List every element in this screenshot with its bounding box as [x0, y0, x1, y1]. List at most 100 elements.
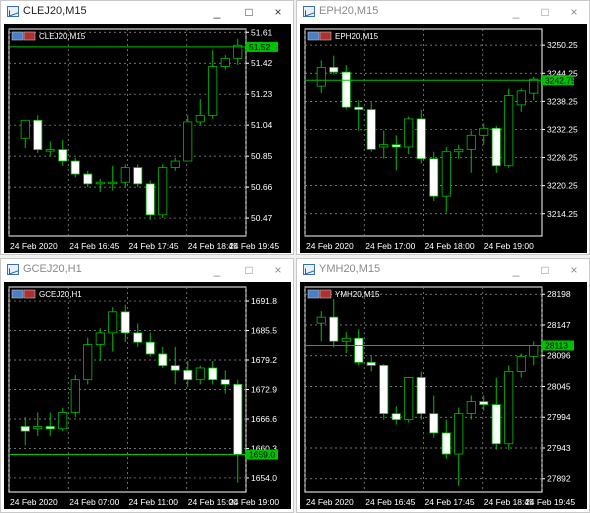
candle-body: [158, 167, 168, 216]
symbol-flag-icon: [23, 31, 36, 41]
candle-body: [504, 95, 514, 167]
candle-body: [454, 413, 464, 455]
candle: [379, 130, 389, 159]
price-axis-label: 50.47: [251, 213, 273, 223]
price-axis-label: 1654.0: [251, 473, 277, 483]
candle-body: [83, 173, 93, 185]
close-button[interactable]: ×: [563, 261, 585, 279]
window-titlebar[interactable]: GCEJ20,H1 _ □ ×: [1, 259, 293, 281]
candle: [516, 353, 526, 378]
candle-body: [429, 158, 439, 197]
time-axis-label: 24 Feb 17:00: [365, 241, 415, 251]
candle-body: [145, 183, 155, 216]
candlestick-chart: 28198 28147 28096 28045 27994 27943 27892 24 Fe…: [304, 286, 575, 507]
candle: [416, 109, 426, 164]
chart-type-icon: [307, 289, 320, 299]
candle-body: [108, 181, 118, 185]
minimize-button[interactable]: _: [206, 261, 228, 279]
price-axis-label: 50.66: [251, 182, 273, 192]
maximize-button[interactable]: □: [238, 3, 260, 21]
candle: [316, 311, 326, 342]
maximize-button[interactable]: □: [534, 3, 556, 21]
candle-body: [220, 57, 230, 67]
chart-type-icon: [11, 289, 24, 299]
time-axis-label: 24 Feb 18:00: [425, 241, 475, 251]
candle: [491, 377, 501, 450]
candle-body: [95, 181, 105, 185]
candle: [95, 178, 105, 192]
minimize-button[interactable]: _: [206, 3, 228, 21]
price-axis-label: 28147: [547, 320, 571, 330]
candle: [379, 364, 389, 420]
candle: [454, 144, 464, 159]
candle: [316, 60, 326, 94]
candle: [220, 55, 230, 70]
current-price-label: 28113: [545, 340, 568, 350]
minimize-button[interactable]: _: [505, 261, 527, 279]
candle: [404, 116, 414, 155]
candle-body: [454, 148, 464, 153]
candle-body: [170, 365, 180, 371]
candle: [58, 139, 68, 166]
candle-body: [529, 345, 539, 357]
candle: [145, 180, 155, 220]
candle-body: [316, 316, 326, 324]
price-axis-label: 28198: [547, 289, 571, 299]
chart-window-icon: [7, 6, 19, 17]
window-titlebar[interactable]: EPH20,M15 _ □ ×: [297, 1, 589, 23]
chart-window-clej20: CLEJ20,M15 _ □ × 51.61 51.42 51.23 51.04 50.…: [0, 0, 294, 255]
candle-body: [379, 144, 389, 148]
window-titlebar[interactable]: CLEJ20,M15 _ □ ×: [1, 1, 293, 23]
candle-body: [504, 371, 514, 445]
current-price-label: 51.52: [249, 42, 271, 52]
candle: [391, 406, 401, 425]
chart-type-icon: [307, 31, 320, 41]
candle: [120, 164, 130, 188]
candle-body: [491, 404, 501, 445]
candle: [83, 170, 93, 188]
candle-body: [58, 412, 68, 430]
candle-body: [429, 413, 439, 434]
time-axis-label: 24 Feb 19:45: [525, 497, 575, 507]
candle-body: [316, 67, 326, 87]
candle-body: [354, 106, 364, 110]
candle: [133, 164, 143, 188]
candle: [233, 38, 243, 65]
close-button[interactable]: ×: [267, 3, 289, 21]
chart-window-icon: [303, 6, 315, 17]
candle-body: [133, 332, 143, 343]
minimize-button[interactable]: _: [505, 3, 527, 21]
time-axis-label: 24 Feb 16:45: [69, 241, 119, 251]
price-axis-label: 1691.8: [251, 296, 277, 306]
price-chart[interactable]: 51.61 51.42 51.23 51.04 50.85 50.66 50.47 24 Fe…: [4, 24, 291, 253]
close-button[interactable]: ×: [267, 261, 289, 279]
price-chart[interactable]: 1691.8 1685.5 1679.2 1672.9 1666.6 1660.3 1654…: [4, 282, 291, 509]
candle: [20, 417, 30, 446]
maximize-button[interactable]: □: [238, 261, 260, 279]
price-axis-label: 3232.25: [547, 124, 578, 134]
candle-body: [195, 367, 205, 381]
price-chart[interactable]: 28198 28147 28096 28045 27994 27943 27892 24 Fe…: [300, 282, 587, 509]
candle: [195, 365, 205, 385]
candle: [329, 299, 339, 348]
candle: [183, 115, 193, 162]
window-titlebar[interactable]: YMH20,M15 _ □ ×: [297, 259, 589, 281]
candle-body: [416, 377, 426, 415]
candle-body: [391, 144, 401, 148]
price-chart[interactable]: 3250.25 3244.25 3238.25 3232.25 3226.25 3220.…: [300, 24, 587, 253]
candle-body: [183, 121, 193, 162]
window-title: YMH20,M15: [319, 263, 381, 275]
candle: [491, 125, 501, 173]
candle-body: [145, 341, 155, 355]
candle: [466, 130, 476, 173]
chart-window-ymh20: YMH20,M15 _ □ × 28198 28147 28096 28045 2799…: [296, 258, 590, 513]
candle: [108, 165, 118, 191]
close-button[interactable]: ×: [563, 3, 585, 21]
chart-window-icon: [7, 264, 19, 275]
candle: [354, 329, 364, 366]
candle-body: [233, 383, 243, 455]
candlestick-chart: 3250.253244.253238.253232.253226.253220.…: [304, 28, 578, 251]
price-axis-label: 1685.5: [251, 326, 277, 336]
symbol-flag-icon: [319, 31, 332, 41]
maximize-button[interactable]: □: [534, 261, 556, 279]
